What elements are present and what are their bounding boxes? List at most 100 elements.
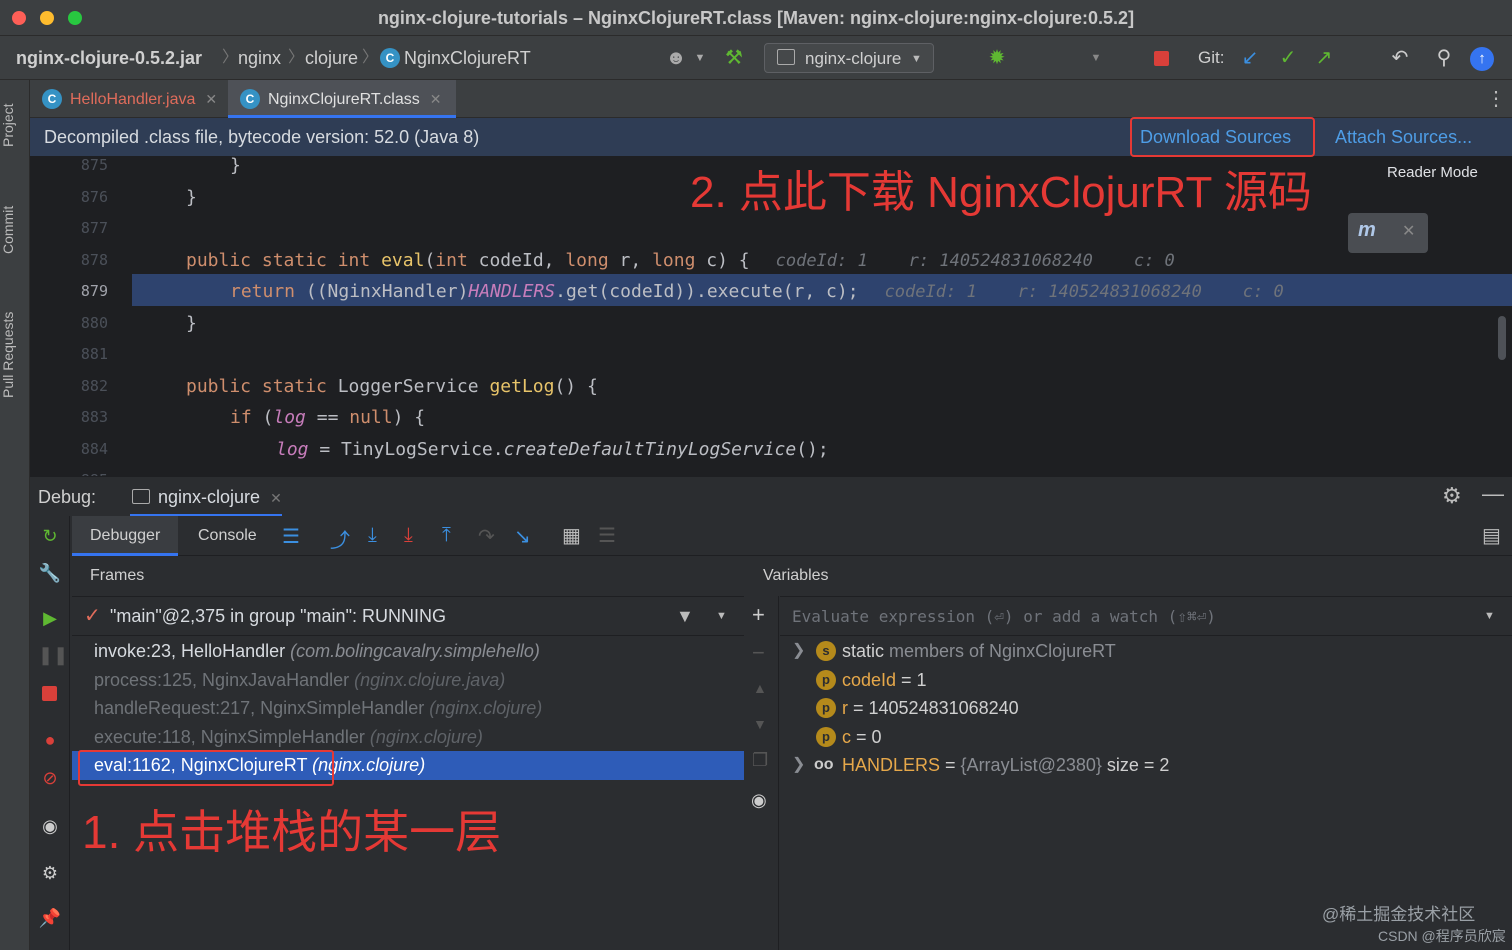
csdn-watermark: CSDN @程序员欣宸 [1378, 928, 1506, 944]
user-icon[interactable]: ☻ [664, 46, 688, 70]
mute-breakpoints-icon[interactable]: ⊘ [38, 766, 62, 790]
close-icon[interactable]: ✕ [430, 91, 442, 107]
step-out-icon[interactable]: ⤒ [442, 524, 451, 547]
git-push-icon[interactable]: ↗ [1312, 46, 1336, 70]
code-line-878: public static int eval(int codeId, long … [186, 249, 1175, 271]
inline-debug-values: codeId: 1 r: 140524831068240 c: 0 [775, 250, 1175, 271]
chevron-down-icon[interactable]: ▼ [688, 46, 712, 70]
thread-selector[interactable]: ✓ "main"@2,375 in group "main": RUNNING … [72, 596, 744, 636]
hammer-build-icon[interactable]: ⚒ [722, 46, 746, 70]
git-update-icon[interactable]: ↙ [1238, 46, 1262, 70]
session-icon [132, 489, 150, 504]
gear-icon[interactable]: ⚙ [1442, 483, 1462, 509]
menu-icon[interactable]: ☰ [282, 524, 300, 549]
evaluate-expression-input[interactable]: Evaluate expression (⏎) or add a watch (… [780, 596, 1512, 636]
parameter-badge-icon: p [816, 698, 836, 718]
undo-icon[interactable]: ↶ [1388, 46, 1412, 70]
frame-item[interactable]: execute:118, NginxSimpleHandler (nginx.c… [72, 723, 744, 752]
stop-icon[interactable] [42, 686, 57, 701]
eye-icon[interactable]: ◉ [751, 790, 767, 811]
copy-icon[interactable]: ❐ [752, 750, 768, 771]
tab-nginxclojurert[interactable]: C NginxClojureRT.class ✕ [228, 80, 456, 118]
frames-header: Frames [72, 556, 744, 596]
breadcrumb-clojure[interactable]: clojure [305, 36, 358, 80]
breadcrumb-jar[interactable]: nginx-clojure-0.5.2.jar [16, 36, 202, 80]
git-label: Git: [1198, 48, 1225, 67]
tab-console[interactable]: Console [180, 516, 275, 556]
maven-reload-popup[interactable]: m ✕ [1348, 213, 1428, 253]
layout-icon[interactable]: ▤ [1482, 523, 1501, 548]
variable-row-c[interactable]: p c = 0 [780, 723, 1512, 752]
chevron-down-icon[interactable]: ▼ [716, 597, 727, 635]
class-icon: C [240, 89, 260, 109]
update-icon[interactable]: ↑ [1470, 47, 1494, 71]
move-down-icon[interactable]: ▼ [753, 716, 767, 732]
wrench-icon[interactable]: 🔧 [38, 561, 62, 585]
drop-frame-icon[interactable]: ↷ [478, 524, 495, 549]
line-number: 876 [80, 187, 108, 206]
code-line-884: log = TinyLogService.createDefaultTinyLo… [276, 438, 829, 460]
close-icon[interactable]: ✕ [205, 91, 217, 107]
infinity-static-icon: oo [814, 756, 834, 773]
resume-icon[interactable]: ▶ [38, 606, 62, 630]
chevron-down-icon[interactable]: ▼ [1484, 597, 1495, 635]
debug-session-tab[interactable]: nginx-clojure ✕ [130, 477, 282, 517]
run-to-cursor-icon[interactable]: ↘ [514, 524, 531, 549]
minimize-icon[interactable]: — [1482, 481, 1504, 507]
git-commit-icon[interactable]: ✓ [1276, 46, 1300, 70]
tab-hellohandler[interactable]: C HelloHandler.java ✕ [30, 80, 217, 118]
frame-item[interactable]: invoke:23, HelloHandler (com.bolingcaval… [72, 637, 744, 666]
variable-row-r[interactable]: p r = 140524831068240 [780, 694, 1512, 723]
chevron-right-icon[interactable]: ❯ [792, 751, 805, 780]
tool-tab-project[interactable]: Project [0, 90, 30, 160]
add-watch-icon[interactable]: + [752, 602, 765, 628]
evaluate-icon[interactable]: ▦ [562, 523, 581, 548]
more-options-icon[interactable]: ⋮ [1486, 80, 1506, 118]
force-step-into-icon[interactable]: ⤓ [404, 524, 413, 547]
trace-icon[interactable]: ☰ [598, 523, 616, 548]
stop-icon[interactable] [1154, 51, 1169, 66]
line-number: 877 [80, 219, 108, 237]
close-icon[interactable]: ✕ [270, 490, 282, 506]
window-title: nginx-clojure-tutorials – NginxClojureRT… [377, 8, 1135, 28]
rerun-icon[interactable]: ↻ [38, 524, 62, 548]
window-titlebar: nginx-clojure-tutorials – NginxClojureRT… [0, 0, 1512, 36]
run-config-dropdown[interactable]: nginx-clojure ▼ [764, 43, 934, 73]
tool-tab-pull-requests[interactable]: Pull Requests [0, 305, 30, 405]
variable-row-static[interactable]: ❯ s static members of NginxClojureRT [780, 637, 1512, 666]
debug-bug-icon[interactable]: ✹ [985, 46, 1009, 70]
tool-tab-commit[interactable]: Commit [0, 195, 30, 265]
variable-row-handlers[interactable]: ❯ oo HANDLERS = {ArrayList@2380} size = … [780, 751, 1512, 780]
code-line: } [186, 312, 197, 334]
breadcrumb-nginx[interactable]: nginx [238, 36, 281, 80]
step-over-icon[interactable]: ⤴ [330, 524, 350, 553]
run-config-icon [777, 49, 795, 65]
breadcrumb-separator: 〉 [288, 49, 305, 66]
step-into-icon[interactable]: ⤓ [368, 524, 377, 547]
filter-icon[interactable]: ▼ [676, 597, 694, 635]
close-icon[interactable]: ✕ [1402, 221, 1415, 241]
settings-icon[interactable]: ⚙ [38, 861, 62, 885]
camera-icon[interactable]: ◉ [38, 814, 62, 838]
line-number: 880 [80, 313, 108, 332]
frame-item[interactable]: handleRequest:217, NginxSimpleHandler (n… [72, 694, 744, 723]
breadcrumb-separator: 〉 [362, 49, 379, 66]
variable-row-codeid[interactable]: p codeId = 1 [780, 666, 1512, 695]
remove-watch-icon[interactable]: − [752, 640, 765, 666]
pause-icon[interactable]: ❚❚ [38, 643, 68, 667]
maven-icon[interactable]: m [1358, 219, 1376, 242]
chevron-right-icon[interactable]: ❯ [792, 637, 805, 666]
frame-item[interactable]: process:125, NginxJavaHandler (nginx.clo… [72, 666, 744, 695]
code-line-883: if (log == null) { [230, 407, 426, 428]
tab-debugger[interactable]: Debugger [72, 516, 179, 556]
reader-mode-toggle[interactable]: Reader Mode [1387, 164, 1478, 181]
pin-icon[interactable]: 📌 [38, 906, 62, 930]
search-icon[interactable]: ⚲ [1432, 46, 1456, 70]
chevron-down-icon[interactable]: ▼ [1084, 46, 1108, 70]
attach-sources-link[interactable]: Attach Sources... [1335, 118, 1472, 156]
editor-scrollbar[interactable] [1498, 316, 1506, 360]
move-up-icon[interactable]: ▲ [753, 680, 767, 696]
view-breakpoints-icon[interactable]: ● [38, 728, 62, 752]
editor-tab-bar: C HelloHandler.java ✕ C NginxClojureRT.cl… [30, 80, 1512, 118]
breadcrumb-class[interactable]: NginxClojureRT [404, 36, 531, 80]
